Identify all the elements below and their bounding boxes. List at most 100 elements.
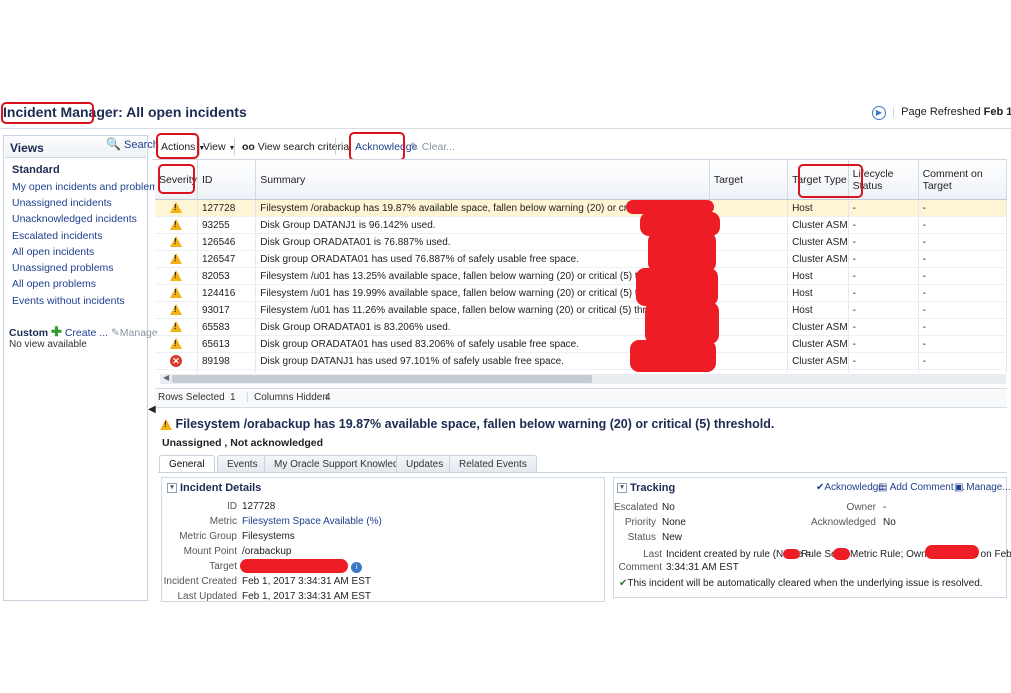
columns-hidden-value: 4 xyxy=(325,392,331,403)
table-row[interactable]: 126547Disk group ORADATA01 has used 76.8… xyxy=(155,250,1007,268)
view-link-escalated-incidents[interactable]: Escalated incidents xyxy=(12,230,102,242)
incident-details-header[interactable]: ▾ Incident Details xyxy=(167,482,261,494)
table-row[interactable]: 107000Filesystem /u01 has 19.64% availab… xyxy=(155,369,1007,373)
severity-cell xyxy=(155,216,198,234)
column-header-comment-on-target[interactable]: Comment on Target xyxy=(918,160,1007,200)
comment-cell: - xyxy=(918,301,1007,319)
acknowledge-button[interactable]: Acknowledge xyxy=(355,141,417,153)
collapse-icon[interactable]: ▾ xyxy=(167,483,177,494)
page-refresh-value: Feb 1, 2017 7 xyxy=(983,106,1011,118)
column-header-target[interactable]: Target xyxy=(709,160,789,200)
lifecycle-status-cell: - xyxy=(848,233,919,251)
tracking-acknowledge-button[interactable]: ✔Acknowledge xyxy=(816,482,884,493)
field-value-last-updated: Feb 1, 2017 3:34:31 AM EST xyxy=(242,591,371,602)
refresh-icon[interactable]: ▶ xyxy=(872,106,886,120)
column-header-id[interactable]: ID xyxy=(197,160,257,200)
tracking-manage-button[interactable]: ▣ Manage... xyxy=(954,482,1011,493)
add-comment-button[interactable]: ▤ Add Comment ... xyxy=(878,482,965,493)
view-menu[interactable]: View ▼ xyxy=(203,141,235,153)
info-icon[interactable]: i xyxy=(351,560,362,573)
table-row[interactable]: 127728Filesystem /orabackup has 19.87% a… xyxy=(155,199,1007,217)
comment-cell: - xyxy=(918,233,1007,251)
view-link-all-open-problems[interactable]: All open problems xyxy=(12,278,96,290)
manage-icon: ▣ xyxy=(954,482,964,493)
target-type-cell: Host xyxy=(787,284,849,302)
tab-events[interactable]: Events xyxy=(217,455,268,473)
severity-cell xyxy=(155,267,198,285)
view-search-criteria-button[interactable]: oo View search criteria xyxy=(242,141,349,153)
view-link-unassigned-problems[interactable]: Unassigned problems xyxy=(12,262,114,274)
page-title-view: : All open incidents xyxy=(118,104,247,120)
tab-related-events[interactable]: Related Events xyxy=(449,455,537,473)
table-row[interactable]: 65583Disk Group ORADATA01 is 83.206% use… xyxy=(155,318,1007,336)
warning-icon xyxy=(160,419,172,431)
table-row[interactable]: 82053Filesystem /u01 has 13.25% availabl… xyxy=(155,267,1007,285)
id-cell: 124416 xyxy=(197,284,257,302)
column-header-summary[interactable]: Summary xyxy=(255,160,710,200)
auto-clear-message: ✔This incident will be automatically cle… xyxy=(619,578,983,589)
target-type-cell: Cluster ASM xyxy=(787,335,849,353)
status-label: Status xyxy=(627,532,656,543)
target-cell xyxy=(709,318,789,336)
target-cell xyxy=(709,284,789,302)
view-link-my-open-incidents[interactable]: My open incidents and problems xyxy=(12,181,163,193)
owner-label: Owner xyxy=(846,502,876,513)
table-row[interactable]: 93017Filesystem /u01 has 11.26% availabl… xyxy=(155,301,1007,319)
table-row[interactable]: 93255Disk Group DATANJ1 is 96.142% used.… xyxy=(155,216,1007,234)
clear-button[interactable]: ✎ Clear... xyxy=(410,141,455,153)
warning-icon xyxy=(169,287,182,299)
target-type-cell: Host xyxy=(787,301,849,319)
field-label-incident-created: Incident Created xyxy=(163,576,237,587)
incidents-table-container: Severity ID Summary Target Target Type L… xyxy=(155,159,1007,373)
field-value-metric[interactable]: Filesystem Space Available (%) xyxy=(242,516,382,527)
views-search-link[interactable]: 🔍 Search xyxy=(106,137,159,151)
comment-cell: - xyxy=(918,352,1007,370)
tracking-manage-label: Manage... xyxy=(966,482,1011,493)
view-link-unacknowledged-incidents[interactable]: Unacknowledged incidents xyxy=(12,213,137,225)
tab-general[interactable]: General xyxy=(159,455,215,473)
warning-icon xyxy=(169,338,182,350)
incident-detail-subtitle: Unassigned , Not acknowledged xyxy=(162,437,324,449)
collapse-icon[interactable]: ▾ xyxy=(617,483,627,494)
summary-cell: Disk Group ORADATA01 is 76.887% used. xyxy=(255,233,710,251)
column-header-target-type[interactable]: Target Type xyxy=(787,160,849,200)
tab-updates[interactable]: Updates xyxy=(396,455,454,473)
id-cell: 93255 xyxy=(197,216,257,234)
table-row[interactable]: 65613Disk group ORADATA01 has used 83.20… xyxy=(155,335,1007,353)
create-view-link[interactable]: ✚ Create ... xyxy=(51,324,108,339)
comment-cell: - xyxy=(918,335,1007,353)
view-link-events-without-incidents[interactable]: Events without incidents xyxy=(12,295,125,307)
summary-cell: Disk group ORADATA01 has used 76.887% of… xyxy=(255,250,710,268)
warning-icon xyxy=(169,270,182,282)
last-comment-text-4: . on Feb xyxy=(975,549,1011,560)
page-title-app: Incident Manager xyxy=(3,104,119,120)
target-cell xyxy=(709,250,789,268)
view-link-unassigned-incidents[interactable]: Unassigned incidents xyxy=(12,197,112,209)
status-divider: | xyxy=(246,392,249,403)
comment-icon: ▤ xyxy=(878,482,888,493)
field-value-incident-created: Feb 1, 2017 3:34:31 AM EST xyxy=(242,576,371,587)
column-header-severity[interactable]: Severity xyxy=(155,160,198,200)
tracking-header[interactable]: ▾ Tracking xyxy=(617,482,675,494)
table-row[interactable]: 126546Disk Group ORADATA01 is 76.887% us… xyxy=(155,233,1007,251)
field-label-id: ID xyxy=(227,501,237,512)
lifecycle-status-cell: - xyxy=(848,199,919,217)
table-row[interactable]: ✕ 89198 Disk group DATANJ1 has used 97.101… xyxy=(155,352,1007,370)
view-link-all-open-incidents[interactable]: All open incidents xyxy=(12,246,94,258)
table-row[interactable]: 124416Filesystem /u01 has 19.99% availab… xyxy=(155,284,1007,302)
column-header-lifecycle-status[interactable]: Lifecycle Status xyxy=(848,160,919,200)
field-label-target: Target xyxy=(209,561,237,572)
critical-icon: ✕ xyxy=(169,355,182,367)
scrollbar-thumb[interactable] xyxy=(172,375,592,383)
comment-cell: - xyxy=(918,199,1007,217)
scroll-left-icon[interactable]: ◀ xyxy=(163,373,169,382)
id-cell: 82053 xyxy=(197,267,257,285)
panel-collapse-icon[interactable]: ◀ xyxy=(148,404,156,415)
columns-hidden-label: Columns Hidden xyxy=(254,392,328,403)
target-redaction xyxy=(630,340,716,372)
table-header-row: Severity ID Summary Target Target Type L… xyxy=(155,160,1007,200)
lifecycle-status-cell: - xyxy=(848,352,919,370)
acknowledged-label: Acknowledged xyxy=(810,517,876,528)
severity-cell xyxy=(155,199,198,217)
target-cell xyxy=(709,335,789,353)
